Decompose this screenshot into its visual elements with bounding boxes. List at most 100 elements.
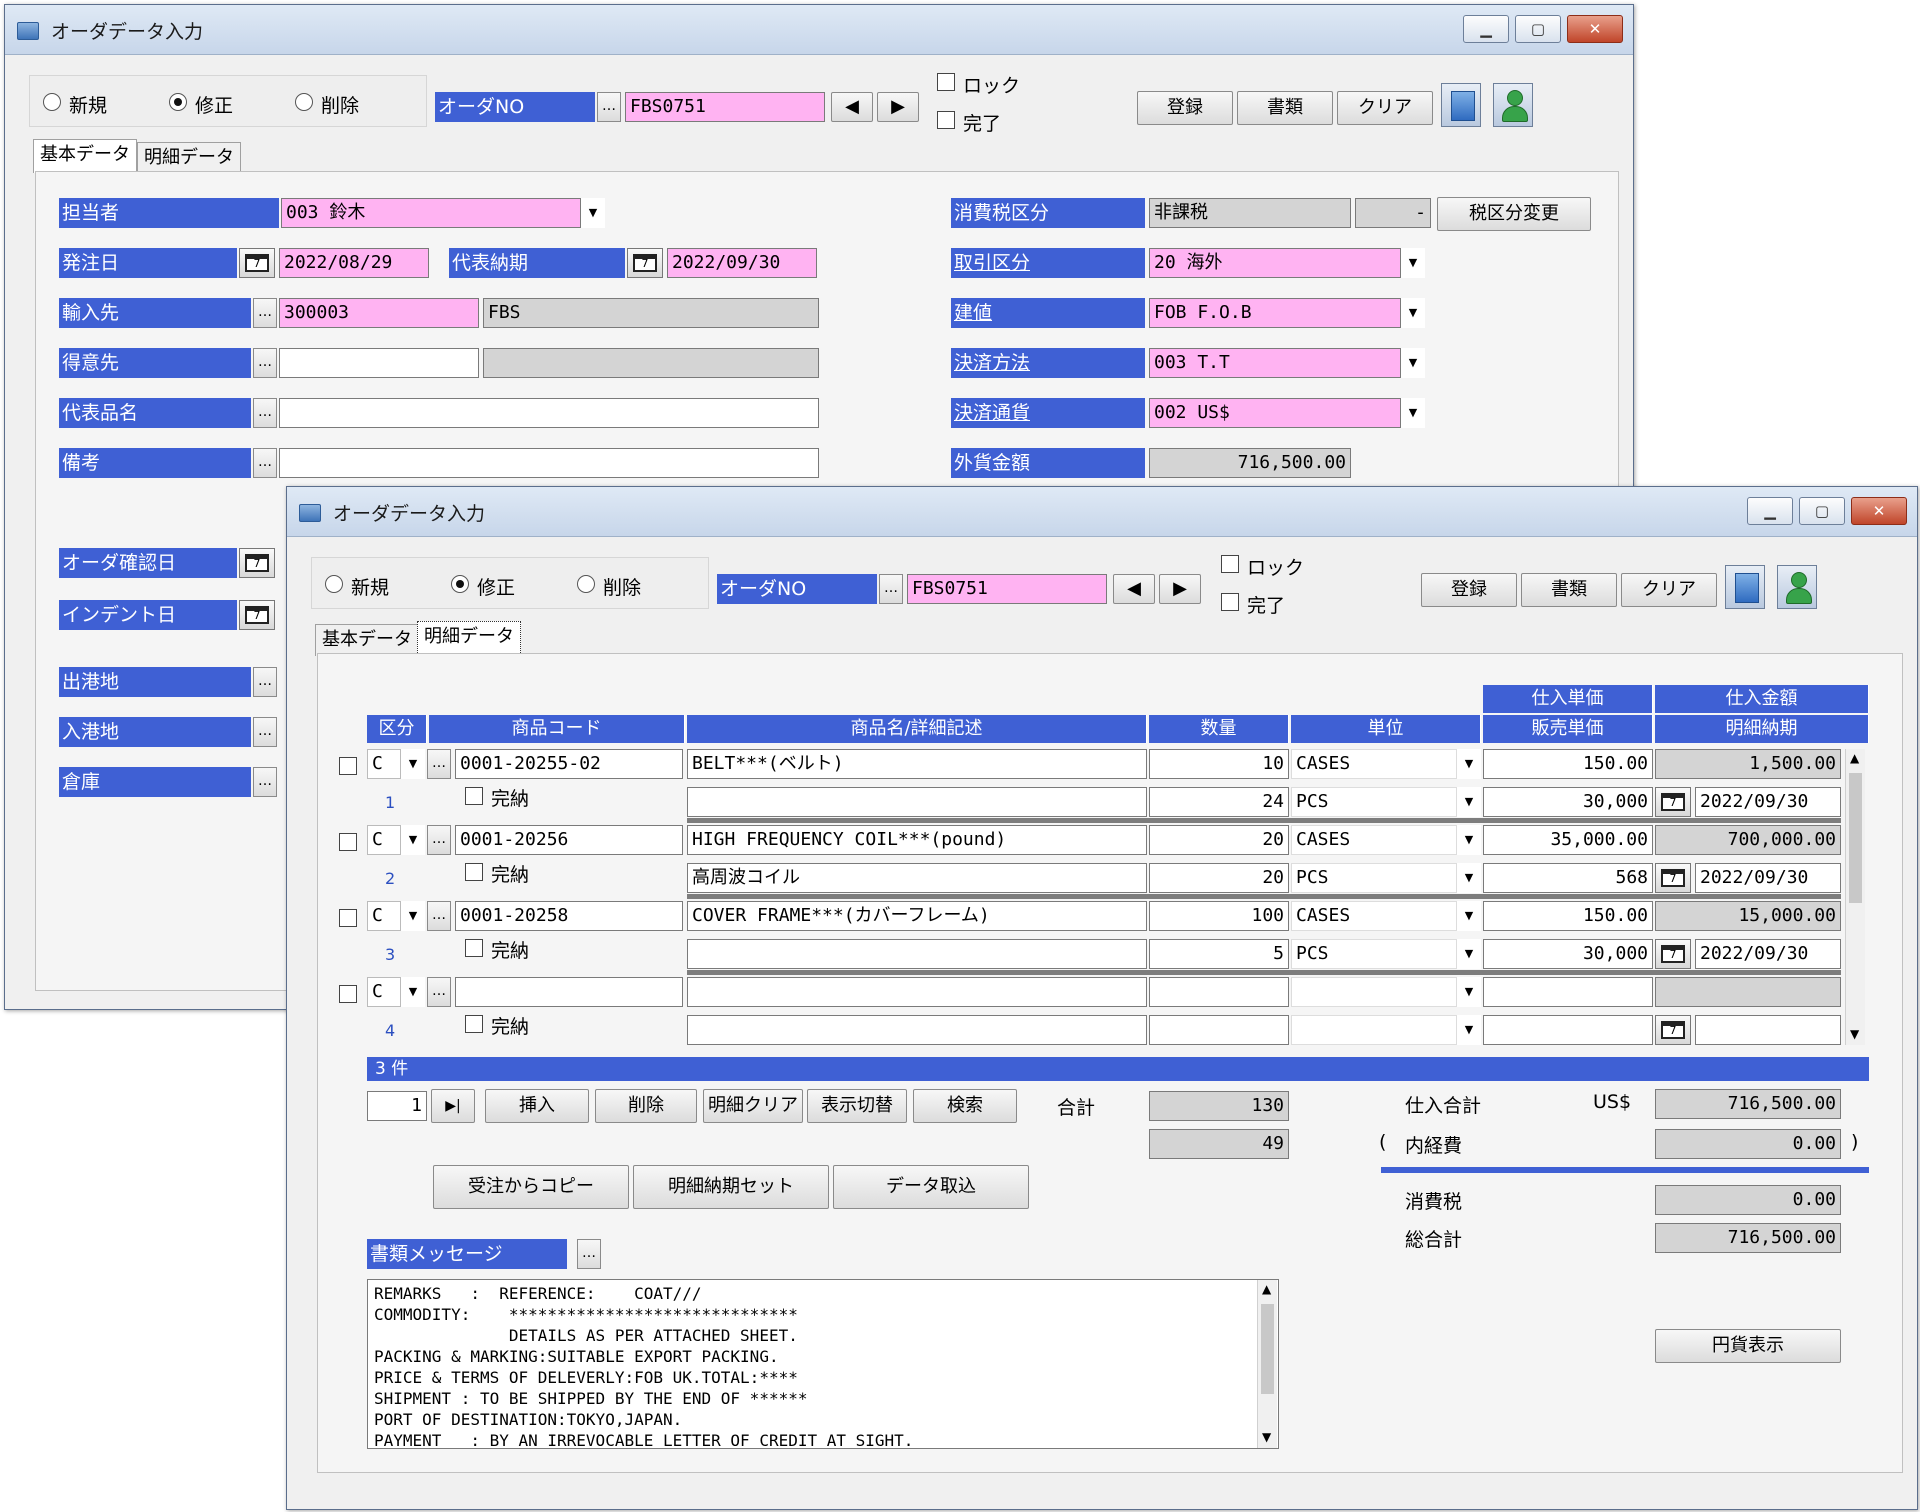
message-scroll-thumb[interactable] [1261,1304,1274,1394]
documents-button[interactable]: 書類 [1237,91,1333,125]
row-code-lookup-button[interactable]: … [427,977,451,1007]
warehouse-lookup-button[interactable]: … [253,767,277,797]
insert-button[interactable]: 挿入 [485,1089,589,1123]
delivery-calendar-button[interactable]: 7 [627,248,663,278]
item-lookup-button[interactable]: … [253,398,277,428]
register-button[interactable]: 登録 [1421,573,1517,607]
row-kubun-dropdown[interactable]: ▼ [401,825,425,855]
order-no-lookup-button[interactable]: … [879,574,903,604]
row-delivery-calendar-button[interactable]: 7 [1655,863,1691,893]
grid-scroll-thumb[interactable] [1849,773,1862,903]
row-sub-unit-dropdown[interactable]: ▼ [1457,787,1481,817]
scroll-up-icon[interactable]: ▲ [1850,751,1859,765]
payment-field[interactable]: 003 T.T [1149,348,1401,378]
row-kanno-checkbox[interactable] [465,939,483,957]
row-buy-price[interactable]: 150.00 [1483,901,1653,931]
row-code[interactable]: 0001-20255-02 [455,749,683,779]
doc-stack-icon[interactable] [1725,565,1765,609]
scroll-up-icon[interactable]: ▲ [1262,1282,1271,1296]
row-buy-price[interactable]: 35,000.00 [1483,825,1653,855]
tab-basic[interactable]: 基本データ [33,139,137,173]
supplier-code-field[interactable]: 300003 [279,298,479,328]
row-unit-dropdown[interactable]: ▼ [1457,901,1481,931]
scroll-down-icon[interactable]: ▼ [1262,1430,1271,1444]
clear-button[interactable]: クリア [1621,573,1717,607]
row-sub-unit[interactable]: PCS [1291,787,1457,817]
yen-display-button[interactable]: 円貨表示 [1655,1329,1841,1363]
row-unit-dropdown[interactable]: ▼ [1457,977,1481,1007]
row-select-checkbox[interactable] [339,757,357,775]
price-term-label[interactable]: 建値 [951,298,1145,328]
row-kanno-checkbox[interactable] [465,863,483,881]
maximize-icon[interactable]: ▢ [1515,15,1561,43]
copy-from-order-button[interactable]: 受注からコピー [433,1165,629,1209]
page-number-field[interactable]: 1 [367,1091,427,1121]
documents-button[interactable]: 書類 [1521,573,1617,607]
row-sub-name[interactable] [687,1015,1147,1045]
prev-order-button[interactable]: ◀ [831,92,873,122]
row-name[interactable]: COVER FRAME***(カバーフレーム) [687,901,1147,931]
close-icon[interactable]: ✕ [1567,15,1623,43]
radio-new[interactable] [325,575,343,593]
row-select-checkbox[interactable] [339,833,357,851]
scroll-down-icon[interactable]: ▼ [1850,1027,1859,1041]
row-delivery[interactable]: 2022/09/30 [1695,939,1841,969]
close-icon[interactable]: ✕ [1851,497,1907,525]
row-unit[interactable] [1291,977,1457,1007]
set-delivery-button[interactable]: 明細納期セット [633,1165,829,1209]
row-select-checkbox[interactable] [339,985,357,1003]
row-sub-unit[interactable]: PCS [1291,939,1457,969]
row-name[interactable]: BELT***(ベルト) [687,749,1147,779]
row-qty[interactable]: 100 [1149,901,1289,931]
row-unit[interactable]: CASES [1291,825,1457,855]
maximize-icon[interactable]: ▢ [1799,497,1845,525]
doc-stack-icon[interactable] [1441,83,1481,127]
complete-checkbox[interactable] [937,111,955,129]
radio-delete[interactable] [295,93,313,111]
item-field[interactable] [279,398,819,428]
price-term-field[interactable]: FOB F.O.B [1149,298,1401,328]
radio-new[interactable] [43,93,61,111]
row-name[interactable]: HIGH FREQUENCY COIL***(pound) [687,825,1147,855]
row-buy-price[interactable]: 150.00 [1483,749,1653,779]
customer-lookup-button[interactable]: … [253,348,277,378]
minimize-icon[interactable]: ▁ [1463,15,1509,43]
row-kubun-dropdown[interactable]: ▼ [401,749,425,779]
row-sub-unit-dropdown[interactable]: ▼ [1457,863,1481,893]
row-unit-dropdown[interactable]: ▼ [1457,749,1481,779]
row-qty[interactable]: 10 [1149,749,1289,779]
import-data-button[interactable]: データ取込 [833,1165,1029,1209]
row-sub-unit[interactable] [1291,1015,1457,1045]
search-button[interactable]: 検索 [913,1089,1017,1123]
row-sell-price[interactable]: 30,000 [1483,939,1653,969]
row-sub-unit[interactable]: PCS [1291,863,1457,893]
tax-change-button[interactable]: 税区分変更 [1437,197,1591,231]
row-kubun[interactable]: C [367,901,401,931]
row-kanno-checkbox[interactable] [465,1015,483,1033]
register-button[interactable]: 登録 [1137,91,1233,125]
tab-basic[interactable]: 基本データ [315,624,419,656]
indent-calendar-button[interactable]: 7 [239,600,275,630]
row-code[interactable] [455,977,683,1007]
message-scrollbar[interactable]: ▲ ▼ [1257,1280,1277,1448]
order-no-field[interactable]: FBS0751 [625,92,825,122]
radio-delete[interactable] [577,575,595,593]
delivery-field[interactable]: 2022/09/30 [667,248,817,278]
next-order-button[interactable]: ▶ [1159,574,1201,604]
note-lookup-button[interactable]: … [253,448,277,478]
row-unit[interactable]: CASES [1291,901,1457,931]
confirm-calendar-button[interactable]: 7 [239,548,275,578]
customer-code-field[interactable] [279,348,479,378]
row-kubun[interactable]: C [367,825,401,855]
prev-order-button[interactable]: ◀ [1113,574,1155,604]
user-icon[interactable] [1493,83,1533,127]
grid-scrollbar[interactable]: ▲ ▼ [1845,749,1865,1045]
row-sub-unit-dropdown[interactable]: ▼ [1457,1015,1481,1045]
row-sell-price[interactable]: 30,000 [1483,787,1653,817]
minimize-icon[interactable]: ▁ [1747,497,1793,525]
row-delivery-calendar-button[interactable]: 7 [1655,1015,1691,1045]
row-code[interactable]: 0001-20256 [455,825,683,855]
row-select-checkbox[interactable] [339,909,357,927]
port-to-lookup-button[interactable]: … [253,717,277,747]
row-qty[interactable] [1149,977,1289,1007]
